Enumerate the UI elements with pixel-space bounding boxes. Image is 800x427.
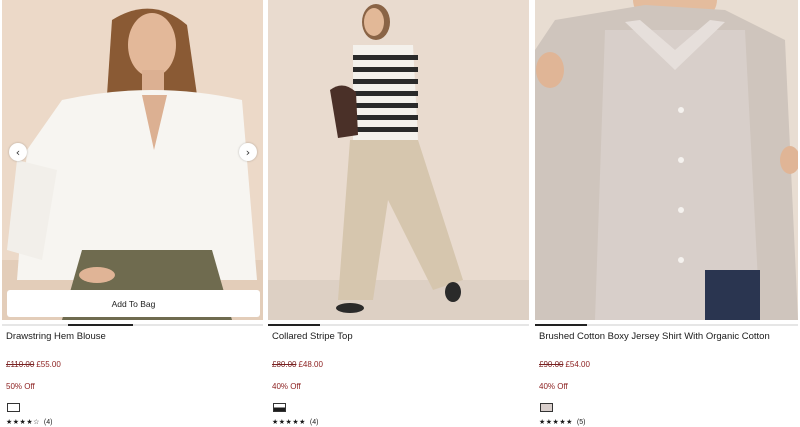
next-image-button[interactable]: ›: [239, 143, 257, 161]
product-card[interactable]: Collared Stripe Top £80.00 £48.00 40% Off…: [268, 0, 529, 427]
sale-price: £54.00: [565, 360, 590, 369]
image-progress-bar: [535, 324, 798, 326]
star-rating: ★★★★★ (5): [535, 418, 798, 427]
stars-icon: ★★★★☆: [6, 419, 40, 426]
colour-swatch[interactable]: [7, 403, 20, 412]
product-card[interactable]: ‹ › Add To Bag Drawstring Hem Blouse £11…: [2, 0, 263, 427]
product-image[interactable]: ‹ › Add To Bag: [2, 0, 263, 320]
product-name[interactable]: Brushed Cotton Boxy Jersey Shirt With Or…: [535, 331, 798, 343]
chevron-left-icon: ‹: [15, 145, 21, 159]
stripe-top-photo: [268, 0, 529, 320]
review-count: (4): [43, 419, 53, 426]
product-name[interactable]: Drawstring Hem Blouse: [2, 331, 263, 343]
review-count: (5): [576, 419, 586, 426]
colour-swatch[interactable]: [273, 403, 286, 412]
product-grid: ‹ › Add To Bag Drawstring Hem Blouse £11…: [0, 0, 800, 427]
original-price: £80.00: [272, 360, 297, 369]
product-image[interactable]: [268, 0, 529, 320]
jersey-shirt-photo: [535, 0, 798, 320]
chevron-right-icon: ›: [245, 145, 251, 159]
stars-icon: ★★★★★: [539, 419, 573, 426]
blouse-photo: [2, 0, 263, 320]
review-count: (4): [309, 419, 319, 426]
stars-icon: ★★★★★: [272, 419, 306, 426]
product-price: £90.00 £54.00: [535, 360, 798, 370]
colour-swatch[interactable]: [540, 403, 553, 412]
original-price: £110.00: [6, 360, 35, 369]
discount-label: 40% Off: [539, 382, 568, 391]
product-price: £110.00 £55.00: [2, 360, 263, 370]
product-price: £80.00 £48.00: [268, 360, 529, 370]
original-price: £90.00: [539, 360, 564, 369]
discount-label: 40% Off: [272, 382, 301, 391]
sale-price: £55.00: [36, 360, 61, 369]
product-name[interactable]: Collared Stripe Top: [268, 331, 529, 343]
product-image[interactable]: [535, 0, 798, 320]
star-rating: ★★★★☆ (4): [2, 418, 263, 427]
add-to-bag-button[interactable]: Add To Bag: [7, 290, 260, 317]
image-progress-bar: [2, 324, 263, 326]
product-card[interactable]: Brushed Cotton Boxy Jersey Shirt With Or…: [535, 0, 798, 427]
sale-price: £48.00: [298, 360, 323, 369]
star-rating: ★★★★★ (4): [268, 418, 529, 427]
previous-image-button[interactable]: ‹: [9, 143, 27, 161]
discount-label: 50% Off: [6, 382, 35, 391]
image-progress-bar: [268, 324, 529, 326]
